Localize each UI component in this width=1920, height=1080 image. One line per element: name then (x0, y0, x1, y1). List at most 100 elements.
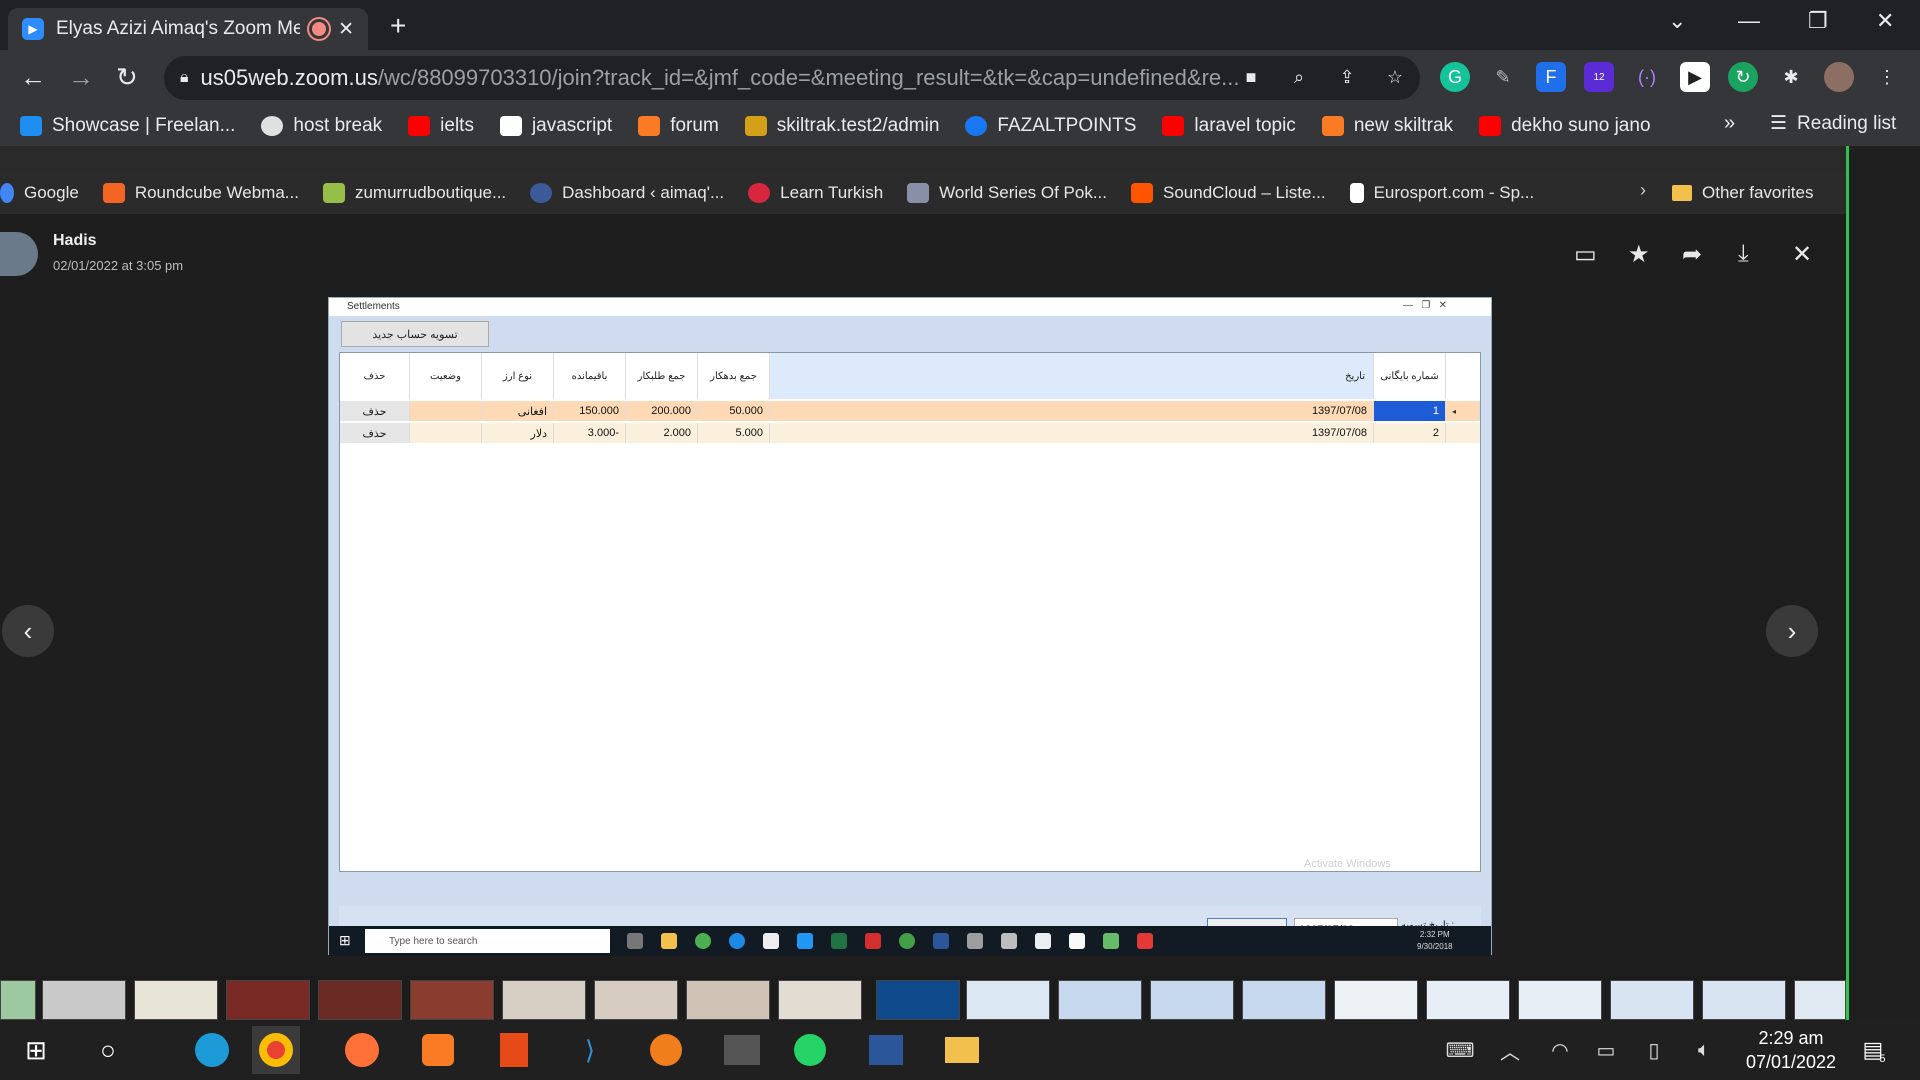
bookmark-item[interactable]: skiltrak.test2/admin (744, 115, 939, 137)
device-icon[interactable]: ▯ (1630, 1026, 1678, 1074)
extensions-puzzle-icon[interactable]: ✱ (1776, 62, 1806, 92)
file-explorer-icon[interactable] (938, 1026, 986, 1074)
reading-list-icon: ☰ (1770, 113, 1788, 134)
next-image-button[interactable]: › (1766, 605, 1818, 657)
thumbnail[interactable] (594, 980, 678, 1020)
thumbnail[interactable] (226, 980, 310, 1020)
thumbnail[interactable] (1150, 980, 1234, 1020)
settlements-window: Settlements — ❐ ✕ تسویه حساب جدید حذف وض… (328, 297, 1492, 956)
httrack-icon[interactable] (718, 1026, 766, 1074)
thumbnail[interactable] (686, 980, 770, 1020)
bookmarks-overflow-button[interactable]: » (1724, 112, 1735, 135)
close-viewer-icon[interactable]: ✕ (1792, 240, 1812, 269)
volume-icon[interactable]: 🔈︎ (1680, 1026, 1728, 1074)
office-icon[interactable] (490, 1026, 538, 1074)
word-icon[interactable] (862, 1026, 910, 1074)
table-row[interactable]: حذف افغانی 150.000 200.000 50.000 1397/0… (340, 401, 1480, 421)
reading-list-button[interactable]: ☰ Reading list (1770, 112, 1896, 135)
tab-search-icon[interactable]: ⌄ (1668, 8, 1686, 34)
delete-button[interactable]: حذف (340, 401, 410, 421)
chevron-up-icon[interactable]: ︿ (1486, 1026, 1534, 1074)
new-settlement-button[interactable]: تسویه حساب جدید (341, 321, 489, 347)
pen-extension-icon[interactable]: ✎ (1488, 62, 1518, 92)
bookmark-item[interactable]: host break (261, 115, 382, 137)
close-window-button[interactable]: ✕ (1876, 8, 1894, 34)
address-bar[interactable]: 🔒︎ us05web.zoom.us/wc/88099703310/join?t… (164, 56, 1420, 100)
new-tab-button[interactable]: + (390, 10, 406, 42)
extension-badge-icon[interactable]: 12 (1584, 62, 1614, 92)
window-body: تسویه حساب جدید حذف وضعیت نوع ارز باقیما… (329, 316, 1491, 946)
thumbnail[interactable] (0, 980, 36, 1020)
wifi-icon[interactable]: ◠ (1536, 1026, 1584, 1074)
poker-icon (907, 183, 930, 203)
thumbnail[interactable] (318, 980, 402, 1020)
xampp-icon[interactable] (414, 1026, 462, 1074)
bookmark-item[interactable]: forum (638, 115, 719, 137)
thumbnail[interactable] (1702, 980, 1786, 1020)
thumbnail[interactable] (778, 980, 862, 1020)
close-tab-icon[interactable]: ✕ (338, 18, 354, 41)
thumbnail[interactable] (502, 980, 586, 1020)
notifications-icon[interactable]: ▤ 5 (1850, 1026, 1898, 1074)
balance-cell: 3.000- (554, 423, 626, 443)
download-icon[interactable]: ⤓ (1738, 240, 1749, 268)
keyboard-icon[interactable]: ⌨ (1436, 1026, 1484, 1074)
zoom-magnifier-icon[interactable]: ⌕ (1284, 62, 1314, 92)
bookmark-item[interactable]: FAZALTPOINTS (965, 115, 1136, 137)
menu-kebab-icon[interactable]: ⋮ (1872, 62, 1902, 92)
thumbnail[interactable] (134, 980, 218, 1020)
thumbnail[interactable] (1518, 980, 1602, 1020)
broadcast-icon[interactable]: (·) (1632, 62, 1662, 92)
firefox-icon[interactable] (338, 1026, 386, 1074)
star-icon[interactable]: ★ (1628, 240, 1650, 269)
forward-button[interactable]: → (68, 62, 94, 93)
whatsapp-icon[interactable] (786, 1026, 834, 1074)
thumbnail[interactable] (1058, 980, 1142, 1020)
table-row[interactable]: حذف دلار 3.000- 2.000 5.000 1397/07/08 2 (340, 423, 1480, 443)
restore-button[interactable]: ❐ (1808, 8, 1828, 34)
browser-tab[interactable]: ▶ Elyas Azizi Aimaq's Zoom Me ✕ (8, 8, 368, 50)
thumbnail[interactable] (1426, 980, 1510, 1020)
comment-icon[interactable]: ▭ (1574, 240, 1597, 269)
shared-bookmark-item: Dashboard ‹ aimaq'... (530, 183, 724, 203)
bookmark-item[interactable]: ielts (408, 115, 474, 137)
bookmark-star-icon[interactable]: ☆ (1380, 62, 1410, 92)
system-clock[interactable]: 2:29 am 07/01/2022 (1736, 1026, 1846, 1074)
reload-button[interactable]: ↻ (116, 62, 138, 93)
battery-icon[interactable]: ▭ (1582, 1026, 1630, 1074)
thumbnail[interactable] (1334, 980, 1418, 1020)
share-icon[interactable]: ⇪ (1332, 62, 1362, 92)
thumbnail[interactable] (1242, 980, 1326, 1020)
column-header: شماره بایگانی (1374, 353, 1446, 399)
edge-icon[interactable] (188, 1026, 236, 1074)
back-button[interactable]: ← (20, 62, 46, 93)
thumbnail[interactable] (410, 980, 494, 1020)
fi-extension-icon[interactable]: F (1536, 62, 1566, 92)
previous-image-button[interactable]: ‹ (2, 605, 54, 657)
profile-avatar[interactable] (1824, 62, 1854, 92)
delete-button[interactable]: حذف (340, 423, 410, 443)
forward-share-icon[interactable]: ➦ (1682, 240, 1702, 269)
thumbnail[interactable] (876, 980, 960, 1020)
camera-icon[interactable]: ■ (1236, 62, 1266, 92)
windows-start-icon[interactable]: ⊞ (12, 1026, 60, 1074)
chrome-icon[interactable] (252, 1026, 300, 1074)
grammarly-icon[interactable]: G (1440, 62, 1470, 92)
cortana-icon[interactable]: ○ (84, 1026, 132, 1074)
bookmark-item[interactable]: dekho suno jano (1479, 115, 1651, 137)
thumbnail[interactable] (1610, 980, 1694, 1020)
thumbnail[interactable] (966, 980, 1050, 1020)
bookmark-item[interactable]: javascript (499, 115, 612, 137)
refresh-extension-icon[interactable]: ↻ (1728, 62, 1758, 92)
shared-bookmarks-bar: Google Roundcube Webma... zumurrudboutiq… (0, 172, 1846, 214)
thumbnail[interactable] (42, 980, 126, 1020)
thumbnail[interactable] (1794, 980, 1846, 1020)
vscode-icon[interactable]: ⟩ (566, 1026, 614, 1074)
minimize-button[interactable]: — (1738, 8, 1760, 34)
video-extension-icon[interactable]: ▶ (1680, 62, 1710, 92)
url-path: /wc/88099703310/join?track_id=&jmf_code=… (377, 65, 1240, 90)
bookmark-item[interactable]: new skiltrak (1321, 115, 1453, 137)
sublime-icon[interactable] (642, 1026, 690, 1074)
bookmark-item[interactable]: laravel topic (1162, 115, 1296, 137)
bookmark-item[interactable]: Showcase | Freelan... (20, 115, 235, 137)
